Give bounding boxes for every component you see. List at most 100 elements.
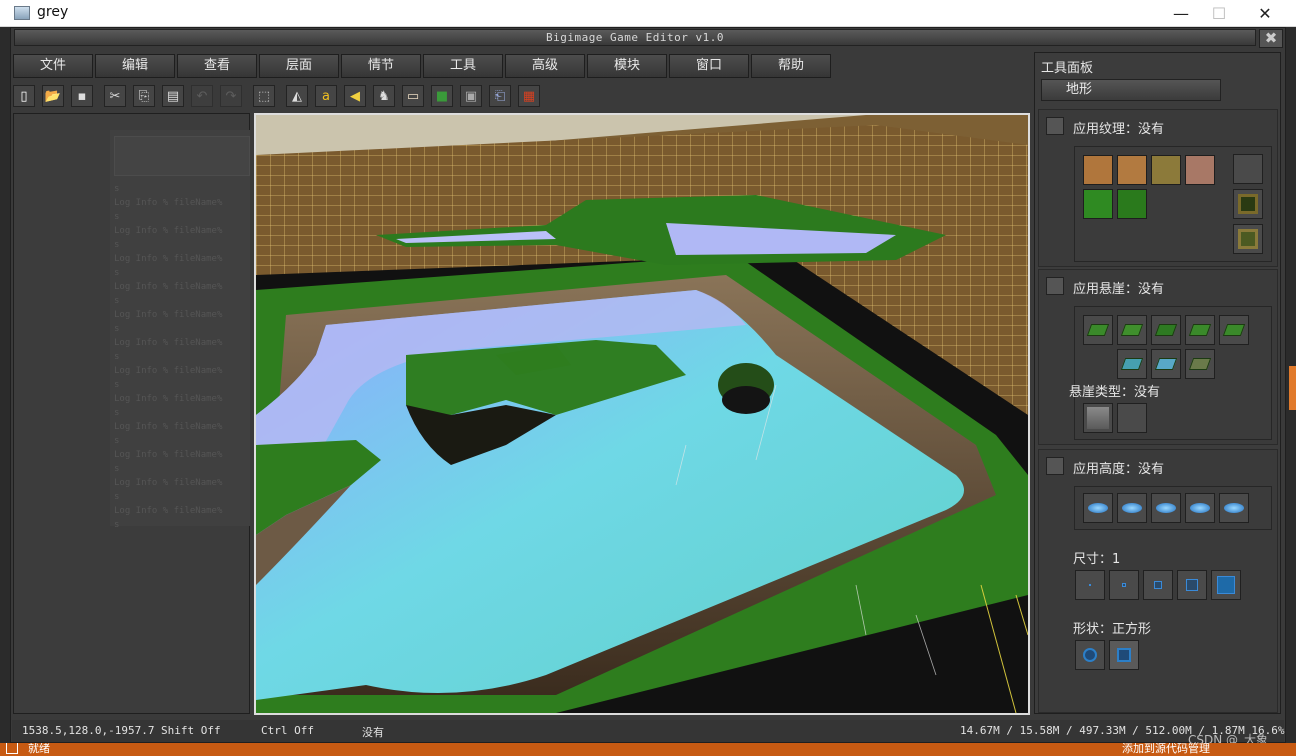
brush-size-3-button[interactable] [1143, 570, 1173, 600]
texture-swatch[interactable] [1151, 155, 1181, 185]
log-line: Log Info % fileName% [114, 310, 223, 320]
status-bar: 1538.5,128.0,-1957.7 Shift Off Ctrl Off … [12, 720, 1285, 742]
height-brush-icon[interactable] [1083, 493, 1113, 523]
cliff-type-1-button[interactable] [1083, 403, 1113, 433]
new-icon[interactable]: ▯ [13, 85, 35, 107]
editor-titlebar: Bigimage Game Editor v1.0 [14, 29, 1256, 46]
menu-item-9[interactable]: 窗口 [669, 54, 749, 78]
menu-item-3[interactable]: 查看 [177, 54, 257, 78]
cliff-brush-icon[interactable] [1185, 349, 1215, 379]
log-line: Log Info % fileName% [114, 254, 223, 264]
cut-icon[interactable]: ✂ [104, 85, 126, 107]
status-coords: 1538.5,128.0,-1957.7 [22, 724, 155, 737]
menu-item-4[interactable]: 层面 [259, 54, 339, 78]
maximize-button[interactable]: ☐ [1196, 0, 1242, 27]
cliff-brush-icon[interactable] [1083, 315, 1113, 345]
log-line: s [114, 240, 120, 250]
log-panel: s Log Info % fileName% s Log Info % fileNam… [13, 113, 250, 714]
cliff-brush-icon[interactable] [1117, 349, 1147, 379]
menu-item-10[interactable]: 帮助 [751, 54, 831, 78]
menu-item-6[interactable]: 工具 [423, 54, 503, 78]
brush-size-4-button[interactable] [1177, 570, 1207, 600]
apply-height-checkbox[interactable] [1046, 457, 1064, 475]
shape-circle-button[interactable] [1075, 640, 1105, 670]
cliff-brush-icon[interactable] [1151, 315, 1181, 345]
tile-dark-icon[interactable] [1233, 189, 1263, 219]
cliff-brush-icon[interactable] [1185, 315, 1215, 345]
log-line: s [114, 408, 120, 418]
copy-icon[interactable]: ⎘ [133, 85, 155, 107]
doodad-icon[interactable]: ▭ [402, 85, 424, 107]
log-line: Log Info % fileName% [114, 506, 223, 516]
apply-cliff-checkbox[interactable] [1046, 277, 1064, 295]
brush-size-5-button[interactable] [1211, 570, 1241, 600]
cliff-type-label: 悬崖类型：没有 [1069, 385, 1161, 400]
apply-texture-checkbox[interactable] [1046, 117, 1064, 135]
taskbar: 就绪 添加到源代码管理 [0, 743, 1296, 756]
height-brush-icon[interactable] [1219, 493, 1249, 523]
terrain-viewport[interactable] [254, 113, 1030, 715]
menu-item-7[interactable]: 高级 [505, 54, 585, 78]
brush-size-1-button[interactable] [1075, 570, 1105, 600]
cliff-brush-icon[interactable] [1151, 349, 1181, 379]
texture-swatch[interactable] [1117, 155, 1147, 185]
os-titlebar: grey — ☐ ✕ [0, 0, 1296, 27]
log-line: s [114, 520, 120, 530]
brush-size-2-button[interactable] [1109, 570, 1139, 600]
taskbar-icon [6, 743, 18, 754]
scrollbar-edge[interactable] [1289, 366, 1296, 410]
text-icon[interactable]: a [315, 85, 337, 107]
tab-terrain[interactable]: 地形 [1041, 79, 1221, 101]
log-line: s [114, 268, 120, 278]
trigger-icon[interactable]: ▦ [518, 85, 540, 107]
tool-panel: 工具面板 地形 应用纹理：没有 应用悬崖：没有 悬崖类型：没有 应用高度：没有 … [1034, 52, 1281, 714]
texture-swatch[interactable] [1083, 189, 1113, 219]
sound-icon[interactable]: ◀ [344, 85, 366, 107]
status-shift: Shift Off [161, 724, 221, 737]
log-line: Log Info % fileName% [114, 394, 223, 404]
cliff-group: 应用悬崖：没有 悬崖类型：没有 [1038, 269, 1278, 445]
apply-cliff-label: 应用悬崖：没有 [1073, 282, 1165, 297]
region-icon[interactable]: ■ [431, 85, 453, 107]
log-line: Log Info % fileName% [114, 226, 223, 236]
taskbar-source-control[interactable]: 添加到源代码管理 [1122, 743, 1210, 756]
texture-swatch[interactable] [1083, 155, 1113, 185]
editor-close-button[interactable]: ✖ [1259, 29, 1283, 48]
height-group: 应用高度：没有 尺寸：1 形状：正方形 [1038, 449, 1278, 713]
log-line: s [114, 296, 120, 306]
menu-item-2[interactable]: 编辑 [95, 54, 175, 78]
open-icon[interactable]: 📂 [42, 85, 64, 107]
height-brush-icon[interactable] [1185, 493, 1215, 523]
paste-icon[interactable]: ▤ [162, 85, 184, 107]
cliff-palette: 悬崖类型：没有 [1069, 306, 1272, 440]
log-line: Log Info % fileName% [114, 422, 223, 432]
redo-icon[interactable]: ↷ [220, 85, 242, 107]
cliff-brush-icon[interactable] [1219, 315, 1249, 345]
texture-swatch[interactable] [1117, 189, 1147, 219]
terrain-icon[interactable]: ◭ [286, 85, 308, 107]
cliff-type-2-button[interactable] [1117, 403, 1147, 433]
save-icon[interactable]: ▪ [71, 85, 93, 107]
height-palette [1074, 486, 1272, 530]
tile-light-icon[interactable] [1233, 224, 1263, 254]
toolbar: ▯ 📂 ▪ ✂ ⎘ ▤ ↶ ↷ ⬚ ◭ a ◀ ♞ ▭ ■ ▣ ⎗ ▦ [13, 84, 547, 108]
texture-palette [1074, 146, 1272, 262]
undo-icon[interactable]: ↶ [191, 85, 213, 107]
select-icon[interactable]: ⬚ [253, 85, 275, 107]
log-line: Log Info % fileName% [114, 198, 223, 208]
tool-panel-title: 工具面板 [1041, 61, 1094, 76]
status-selection: 没有 [362, 726, 384, 739]
menu-item-1[interactable]: 文件 [13, 54, 93, 78]
cliff-brush-icon[interactable] [1117, 315, 1147, 345]
import-icon[interactable]: ⎗ [489, 85, 511, 107]
menu-item-8[interactable]: 模块 [587, 54, 667, 78]
height-brush-icon[interactable] [1151, 493, 1181, 523]
close-button[interactable]: ✕ [1242, 0, 1288, 27]
menu-item-5[interactable]: 情节 [341, 54, 421, 78]
camera-icon[interactable]: ▣ [460, 85, 482, 107]
texture-swatch[interactable] [1185, 155, 1215, 185]
blank-tile-icon[interactable] [1233, 154, 1263, 184]
shape-square-button[interactable] [1109, 640, 1139, 670]
height-brush-icon[interactable] [1117, 493, 1147, 523]
unit-icon[interactable]: ♞ [373, 85, 395, 107]
